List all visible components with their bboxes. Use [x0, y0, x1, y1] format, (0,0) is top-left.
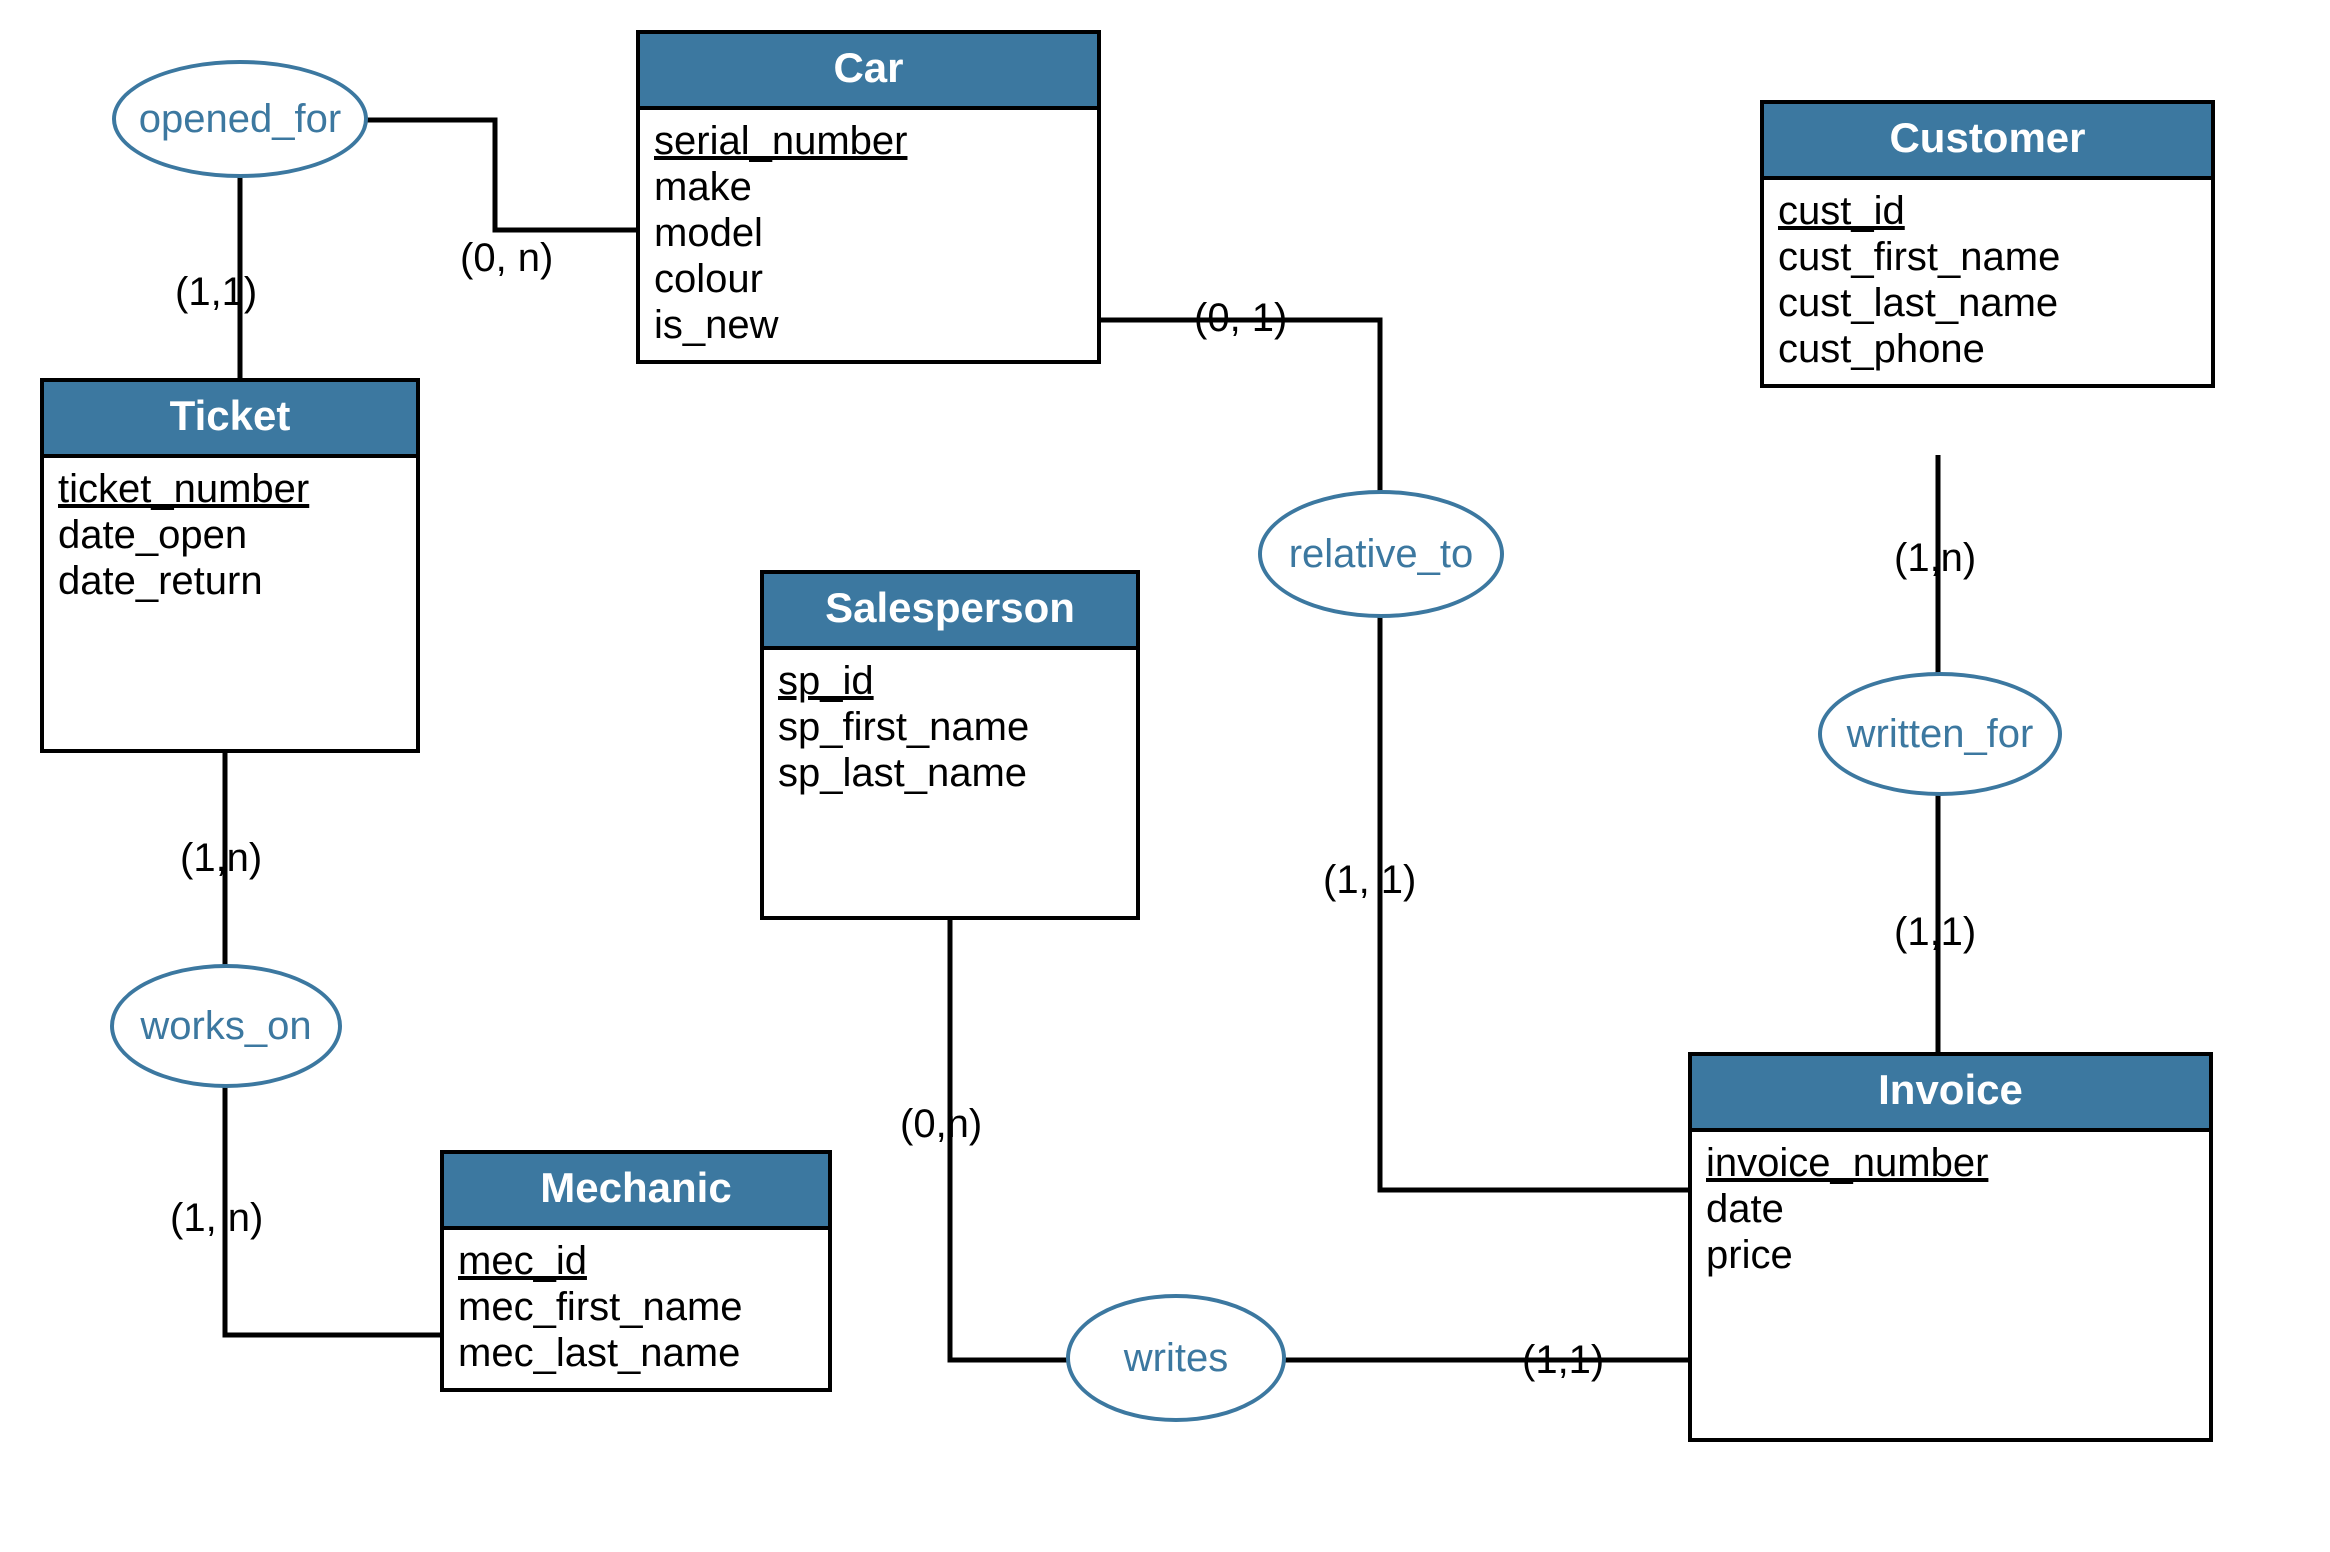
rel-works-on-label: works_on: [140, 1004, 311, 1049]
entity-customer: Customer cust_id cust_first_name cust_la…: [1760, 100, 2215, 388]
entity-invoice-attr-date: date: [1706, 1186, 2195, 1232]
rel-opened-for-label: opened_for: [139, 97, 341, 142]
card-workson-mechanic: (1, n): [170, 1196, 263, 1241]
entity-ticket-attr-number: ticket_number: [58, 466, 402, 512]
entity-ticket-attr-return: date_return: [58, 558, 402, 604]
entity-invoice-body: invoice_number date price: [1692, 1132, 2209, 1290]
card-openedfor-car: (0, n): [460, 236, 553, 281]
entity-mechanic-attr-id: mec_id: [458, 1238, 814, 1284]
rel-relative-to: relative_to: [1258, 490, 1504, 618]
entity-car-attr-model: model: [654, 210, 1083, 256]
rel-works-on: works_on: [110, 964, 342, 1088]
rel-opened-for: opened_for: [112, 60, 368, 178]
entity-ticket: Ticket ticket_number date_open date_retu…: [40, 378, 420, 753]
entity-ticket-body: ticket_number date_open date_return: [44, 458, 416, 616]
entity-salesperson-attr-last: sp_last_name: [778, 750, 1122, 796]
entity-car-title: Car: [640, 34, 1097, 110]
entity-customer-body: cust_id cust_first_name cust_last_name c…: [1764, 180, 2211, 384]
edge-openedfor-car: [365, 120, 636, 230]
entity-salesperson: Salesperson sp_id sp_first_name sp_last_…: [760, 570, 1140, 920]
entity-customer-attr-phone: cust_phone: [1778, 326, 2197, 372]
rel-written-for: written_for: [1818, 672, 2062, 796]
card-relativeto-invoice: (1, 1): [1323, 858, 1416, 903]
card-writtenfor-customer: (1,n): [1894, 536, 1976, 581]
er-diagram: opened_for relative_to written_for works…: [0, 0, 2330, 1552]
entity-car-attr-make: make: [654, 164, 1083, 210]
entity-invoice-title: Invoice: [1692, 1056, 2209, 1132]
rel-writes: writes: [1066, 1294, 1286, 1422]
entity-customer-attr-first: cust_first_name: [1778, 234, 2197, 280]
entity-mechanic-body: mec_id mec_first_name mec_last_name: [444, 1230, 828, 1388]
entity-mechanic-attr-last: mec_last_name: [458, 1330, 814, 1376]
card-workson-ticket: (1,n): [180, 836, 262, 881]
entity-ticket-title: Ticket: [44, 382, 416, 458]
rel-writes-label: writes: [1124, 1336, 1228, 1381]
entity-car-body: serial_number make model colour is_new: [640, 110, 1097, 360]
entity-invoice-attr-price: price: [1706, 1232, 2195, 1278]
card-openedfor-ticket: (1,1): [175, 270, 257, 315]
card-writes-salesperson: (0,n): [900, 1102, 982, 1147]
card-relativeto-car: (0, 1): [1194, 296, 1287, 341]
entity-car-attr-colour: colour: [654, 256, 1083, 302]
entity-customer-attr-last: cust_last_name: [1778, 280, 2197, 326]
entity-customer-attr-id: cust_id: [1778, 188, 2197, 234]
entity-ticket-attr-open: date_open: [58, 512, 402, 558]
edge-relativeto: [1100, 320, 1688, 1190]
entity-car-attr-isnew: is_new: [654, 302, 1083, 348]
entity-salesperson-title: Salesperson: [764, 574, 1136, 650]
entity-car-attr-serial: serial_number: [654, 118, 1083, 164]
card-writtenfor-invoice: (1,1): [1894, 910, 1976, 955]
entity-salesperson-attr-id: sp_id: [778, 658, 1122, 704]
entity-customer-title: Customer: [1764, 104, 2211, 180]
entity-mechanic-attr-first: mec_first_name: [458, 1284, 814, 1330]
rel-relative-to-label: relative_to: [1289, 532, 1474, 577]
edge-writes: [950, 920, 1688, 1360]
entity-invoice: Invoice invoice_number date price: [1688, 1052, 2213, 1442]
entity-invoice-attr-number: invoice_number: [1706, 1140, 2195, 1186]
entity-salesperson-body: sp_id sp_first_name sp_last_name: [764, 650, 1136, 808]
card-writes-invoice: (1,1): [1522, 1338, 1604, 1383]
entity-car: Car serial_number make model colour is_n…: [636, 30, 1101, 364]
entity-salesperson-attr-first: sp_first_name: [778, 704, 1122, 750]
entity-mechanic-title: Mechanic: [444, 1154, 828, 1230]
entity-mechanic: Mechanic mec_id mec_first_name mec_last_…: [440, 1150, 832, 1392]
rel-written-for-label: written_for: [1847, 712, 2034, 757]
